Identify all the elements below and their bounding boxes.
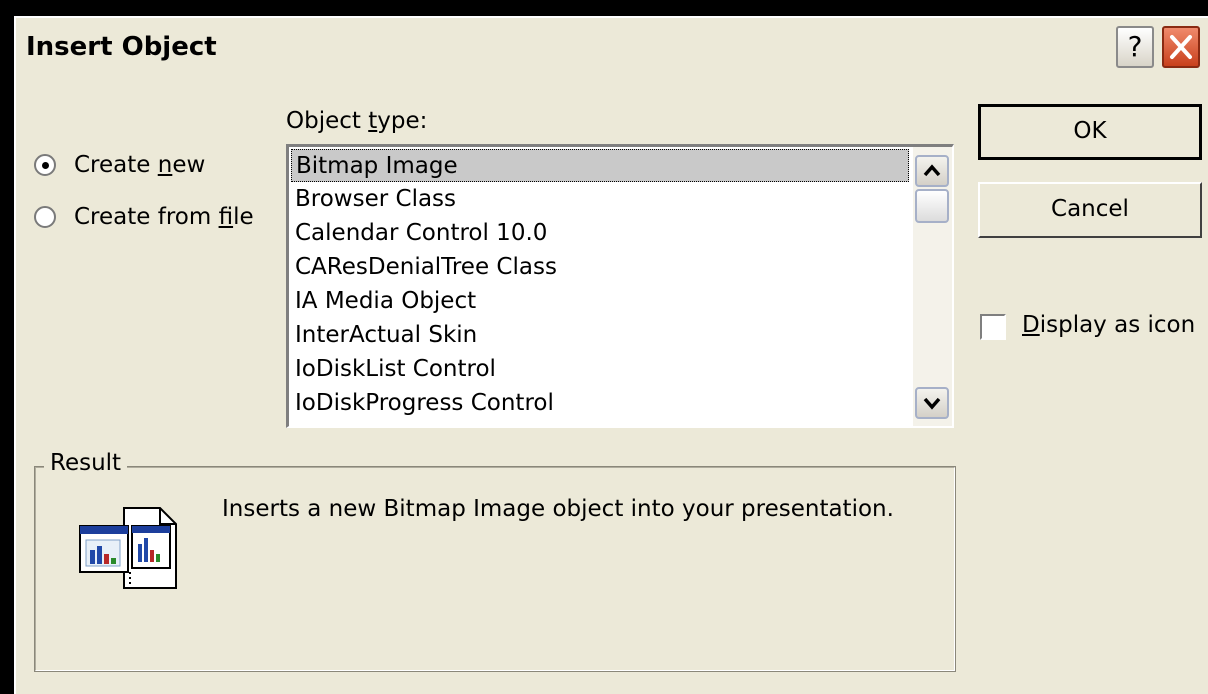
help-icon: ?: [1127, 30, 1143, 63]
create-new-radio[interactable]: [34, 154, 56, 176]
scroll-thumb[interactable]: [915, 189, 949, 223]
close-icon: [1170, 35, 1192, 59]
scroll-down-button[interactable]: [915, 387, 949, 419]
help-button[interactable]: ?: [1116, 26, 1154, 68]
result-description: Inserts a new Bitmap Image object into y…: [222, 496, 894, 522]
result-group: Result Inserts a new Bitmap Image object…: [34, 450, 956, 672]
dialog-title: Insert Object: [26, 32, 217, 62]
list-item-caresdenialtree-class[interactable]: CAResDenialTree Class: [291, 251, 909, 284]
list-item-iodisklist-control[interactable]: IoDiskList Control: [291, 353, 909, 386]
display-as-icon-checkbox[interactable]: [980, 314, 1006, 340]
create-new-label: Create new: [74, 152, 206, 178]
ok-button[interactable]: OK: [978, 104, 1202, 160]
insert-object-dialog: Insert Object ? Create new Create from f…: [14, 16, 1208, 694]
create-from-file-radio[interactable]: [34, 206, 56, 228]
chevron-up-icon: [923, 164, 941, 177]
object-type-label: Object type:: [286, 108, 428, 134]
list-item-ia-media-object[interactable]: IA Media Object: [291, 285, 909, 318]
bitmap-object-icon: [79, 507, 177, 589]
scroll-up-button[interactable]: [915, 155, 949, 187]
close-button[interactable]: [1162, 26, 1200, 68]
chevron-down-icon: [923, 397, 941, 410]
list-item-interactual-skin[interactable]: InterActual Skin: [291, 319, 909, 352]
create-from-file-label: Create from file: [74, 204, 254, 230]
radio-selected-dot: [42, 162, 49, 169]
list-item-calendar-control[interactable]: Calendar Control 10.0: [291, 217, 909, 250]
object-type-list[interactable]: Bitmap Image Browser Class Calendar Cont…: [286, 144, 954, 428]
result-legend: Result: [44, 450, 128, 476]
cancel-button[interactable]: Cancel: [978, 182, 1202, 238]
list-item-iodiskprogress-control[interactable]: IoDiskProgress Control: [291, 387, 909, 420]
list-item-browser-class[interactable]: Browser Class: [291, 183, 909, 216]
title-bar: Insert Object ?: [16, 18, 1208, 80]
list-item-bitmap-image[interactable]: Bitmap Image: [291, 149, 909, 182]
display-as-icon-label: Display as icon: [1022, 312, 1196, 338]
list-scrollbar[interactable]: [913, 147, 952, 426]
